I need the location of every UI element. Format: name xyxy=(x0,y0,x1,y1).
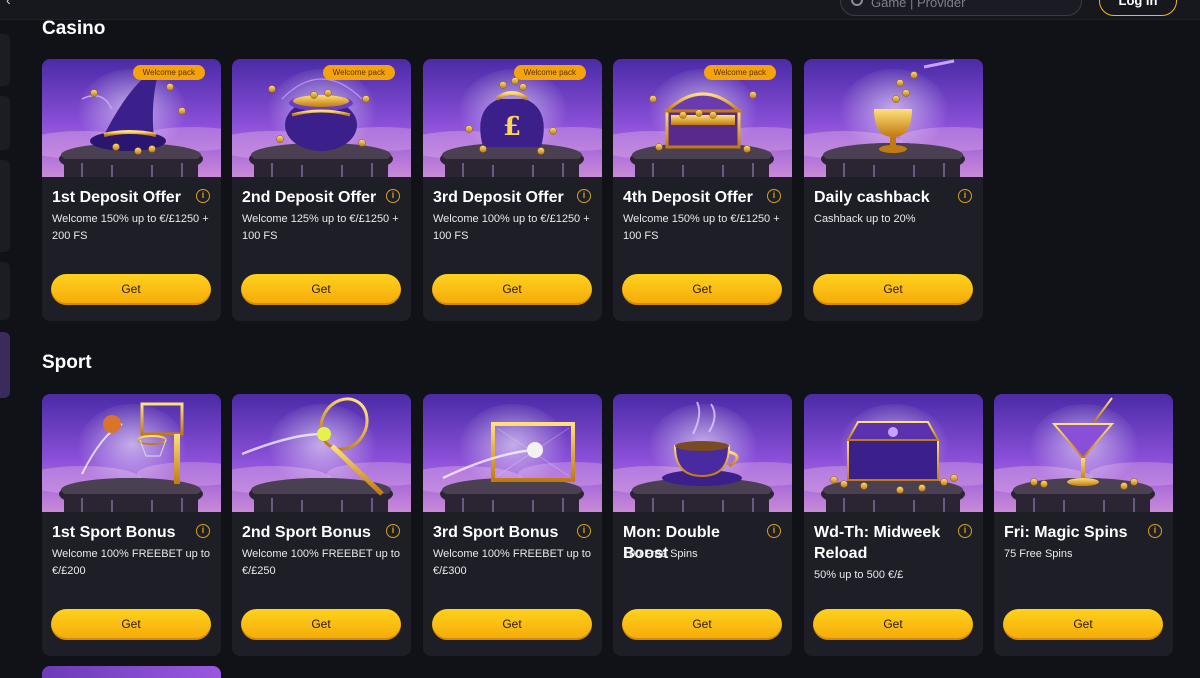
promo-card-jewel-box[interactable]: Wd-Th: Midweek Reload i 50% up to 500 €/… xyxy=(804,394,983,656)
get-button[interactable]: Get xyxy=(622,274,782,305)
promo-card-treasure-chest[interactable]: Welcome pack 4th Deposit Offer i Welcome… xyxy=(613,59,792,321)
promo-art-tea-cup xyxy=(613,394,792,512)
promo-art-cocktail-glass xyxy=(994,394,1173,512)
promo-card-partial[interactable] xyxy=(42,666,221,678)
promo-title: 3rd Deposit Offer xyxy=(433,189,564,206)
promo-card-money-bag[interactable]: £ Welcome pack 3rd Deposit Offer i Welco… xyxy=(423,59,602,321)
info-icon[interactable]: i xyxy=(577,524,591,538)
sidebar-rail-item[interactable] xyxy=(0,262,10,320)
welcome-pack-badge: Welcome pack xyxy=(513,65,586,80)
promo-description: Welcome 150% up to €/£1250 + 200 FS xyxy=(52,213,209,242)
promo-description: Welcome 100% up to €/£1250 + 100 FS xyxy=(433,213,590,242)
section-title-casino: Casino xyxy=(42,18,106,39)
promo-card-basketball-hoop[interactable]: 1st Sport Bonus i Welcome 100% FREEBET u… xyxy=(42,394,221,656)
get-button[interactable]: Get xyxy=(1003,609,1163,640)
info-icon[interactable]: i xyxy=(196,524,210,538)
promo-card-cocktail-glass[interactable]: Fri: Magic Spins i 75 Free Spins Get xyxy=(994,394,1173,656)
promo-card-tea-cup[interactable]: Mon: Double Boost i 100 Free Spins Get xyxy=(613,394,792,656)
promo-card-football-goal[interactable]: 3rd Sport Bonus i Welcome 100% FREEBET u… xyxy=(423,394,602,656)
promo-card-wizard-hat[interactable]: Welcome pack 1st Deposit Offer i Welcome… xyxy=(42,59,221,321)
welcome-pack-badge: Welcome pack xyxy=(322,65,395,80)
info-icon[interactable]: i xyxy=(386,189,400,203)
promo-title: 4th Deposit Offer xyxy=(623,189,753,206)
promo-card-golden-goblet[interactable]: Daily cashback i Cashback up to 20% Get xyxy=(804,59,983,321)
info-icon[interactable]: i xyxy=(958,189,972,203)
promo-card-gold-cauldron[interactable]: Welcome pack 2nd Deposit Offer i Welcome… xyxy=(232,59,411,321)
svg-text:£: £ xyxy=(503,112,521,142)
promo-description: 75 Free Spins xyxy=(1004,548,1073,560)
promo-art-golden-goblet xyxy=(804,59,983,177)
login-button[interactable]: Log in xyxy=(1099,0,1177,16)
football-goal-illustration xyxy=(423,394,602,512)
basketball-hoop-illustration xyxy=(42,394,221,512)
golden-goblet-illustration xyxy=(804,59,983,177)
sidebar-rail-item-active[interactable] xyxy=(0,332,10,398)
promo-description: Welcome 150% up to €/£1250 + 100 FS xyxy=(623,213,780,242)
promo-art-jewel-box xyxy=(804,394,983,512)
promo-title: 2nd Deposit Offer xyxy=(242,189,377,206)
section-title-sport: Sport xyxy=(42,352,92,373)
get-button[interactable]: Get xyxy=(622,609,782,640)
promo-description: Cashback up to 20% xyxy=(814,213,916,225)
promo-description: 50% up to 500 €/£ xyxy=(814,569,904,581)
promo-art-football-goal xyxy=(423,394,602,512)
promo-description: Welcome 100% FREEBET up to €/£300 xyxy=(433,548,591,577)
get-button[interactable]: Get xyxy=(813,274,973,305)
get-button[interactable]: Get xyxy=(51,274,211,305)
promo-title: 1st Sport Bonus xyxy=(52,524,176,541)
info-icon[interactable]: i xyxy=(386,524,400,538)
welcome-pack-badge: Welcome pack xyxy=(132,65,205,80)
promo-card-tennis-racket[interactable]: 2nd Sport Bonus i Welcome 100% FREEBET u… xyxy=(232,394,411,656)
sidebar-rail-item[interactable] xyxy=(0,34,10,86)
search-box[interactable] xyxy=(840,0,1082,16)
promo-title: Fri: Magic Spins xyxy=(1004,524,1128,541)
info-icon[interactable]: i xyxy=(958,524,972,538)
get-button[interactable]: Get xyxy=(432,609,592,640)
cocktail-glass-illustration xyxy=(994,394,1173,512)
promo-art-basketball-hoop xyxy=(42,394,221,512)
promo-title: 1st Deposit Offer xyxy=(52,189,181,206)
tea-cup-illustration xyxy=(613,394,792,512)
info-icon[interactable]: i xyxy=(767,524,781,538)
promo-art-tennis-racket xyxy=(232,394,411,512)
welcome-pack-badge: Welcome pack xyxy=(703,65,776,80)
jewel-box-illustration xyxy=(804,394,983,512)
get-button[interactable]: Get xyxy=(813,609,973,640)
promo-description: Welcome 100% FREEBET up to €/£200 xyxy=(52,548,210,577)
get-button[interactable]: Get xyxy=(432,274,592,305)
search-input[interactable] xyxy=(871,0,1071,11)
info-icon[interactable]: i xyxy=(767,189,781,203)
info-icon[interactable]: i xyxy=(577,189,591,203)
search-icon xyxy=(851,0,863,6)
get-button[interactable]: Get xyxy=(241,274,401,305)
promo-title: 3rd Sport Bonus xyxy=(433,524,559,541)
info-icon[interactable]: i xyxy=(1148,524,1162,538)
promo-description: 100 Free Spins xyxy=(623,548,698,560)
get-button[interactable]: Get xyxy=(51,609,211,640)
promo-description: Welcome 100% FREEBET up to €/£250 xyxy=(242,548,400,577)
back-chevron-icon[interactable]: ‹ xyxy=(6,0,11,8)
promo-title: Daily cashback xyxy=(814,189,930,206)
sidebar-rail-item[interactable] xyxy=(0,160,10,252)
promo-title: 2nd Sport Bonus xyxy=(242,524,371,541)
promo-description: Welcome 125% up to €/£1250 + 100 FS xyxy=(242,213,399,242)
sidebar-rail-item[interactable] xyxy=(0,96,10,150)
tennis-racket-illustration xyxy=(232,394,411,512)
info-icon[interactable]: i xyxy=(196,189,210,203)
get-button[interactable]: Get xyxy=(241,609,401,640)
top-bar: ‹ Log in xyxy=(0,0,1200,20)
promo-title: Wd-Th: Midweek Reload xyxy=(814,524,941,562)
